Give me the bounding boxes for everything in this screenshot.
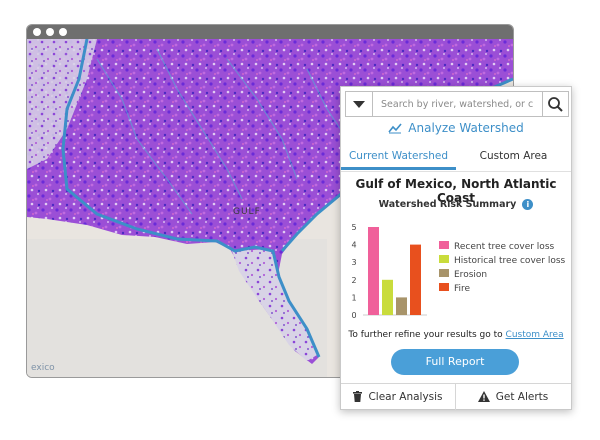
get-alerts-button[interactable]: Get Alerts bbox=[456, 384, 570, 410]
window-dot bbox=[46, 28, 54, 36]
bar-erosion[interactable] bbox=[396, 297, 407, 315]
tab-current-watershed[interactable]: Current Watershed bbox=[341, 145, 456, 170]
warning-icon bbox=[477, 391, 490, 402]
line-chart-icon bbox=[388, 123, 402, 134]
y-tick-label: 4 bbox=[351, 241, 356, 250]
window-dot bbox=[33, 28, 41, 36]
analyze-watershed-button[interactable]: Analyze Watershed bbox=[341, 121, 571, 135]
bar-fire[interactable] bbox=[410, 244, 421, 315]
search-input[interactable] bbox=[373, 92, 541, 116]
analysis-panel: Analyze Watershed Current Watershed Cust… bbox=[340, 86, 572, 410]
panel-footer: Clear Analysis Get Alerts bbox=[341, 383, 571, 410]
legend-label: Historical tree cover loss bbox=[454, 256, 566, 266]
chart-legend: Recent tree cover loss Historical tree co… bbox=[439, 241, 565, 297]
legend-item: Erosion bbox=[439, 269, 565, 283]
tab-bar: Current Watershed Custom Area bbox=[341, 145, 571, 172]
map-credit: exico bbox=[31, 363, 55, 373]
full-report-button[interactable]: Full Report bbox=[391, 349, 519, 375]
custom-area-link[interactable]: Custom Area bbox=[506, 330, 564, 340]
trash-icon bbox=[353, 391, 363, 402]
get-alerts-label: Get Alerts bbox=[495, 391, 549, 403]
bar-historical-tree-cover-loss[interactable] bbox=[382, 279, 393, 315]
gulf-label: GULF bbox=[233, 207, 261, 217]
legend-label: Erosion bbox=[454, 270, 488, 280]
y-tick-label: 3 bbox=[351, 258, 356, 267]
search-type-dropdown[interactable] bbox=[346, 92, 373, 116]
legend-swatch bbox=[439, 283, 449, 291]
legend-item: Fire bbox=[439, 283, 565, 297]
legend-swatch bbox=[439, 255, 449, 263]
info-icon[interactable]: i bbox=[522, 199, 534, 210]
legend-label: Recent tree cover loss bbox=[454, 242, 555, 252]
legend-item: Historical tree cover loss bbox=[439, 255, 565, 269]
chart-title-row: Watershed Risk Summary i bbox=[341, 199, 571, 210]
refine-text: To further refine your results go to Cus… bbox=[341, 330, 571, 340]
bar-recent-tree-cover-loss[interactable] bbox=[368, 227, 379, 315]
window-titlebar bbox=[27, 25, 513, 39]
y-tick-label: 5 bbox=[351, 223, 356, 232]
y-tick-label: 2 bbox=[351, 276, 356, 285]
search-button[interactable] bbox=[542, 92, 568, 116]
window-dot bbox=[59, 28, 67, 36]
legend-swatch bbox=[439, 269, 449, 277]
chart-title: Watershed Risk Summary bbox=[378, 199, 517, 210]
caret-down-icon bbox=[353, 101, 365, 108]
tab-custom-area[interactable]: Custom Area bbox=[456, 145, 571, 170]
clear-analysis-label: Clear Analysis bbox=[368, 391, 443, 403]
risk-bar-chart: 0 1 2 3 4 5 bbox=[351, 223, 427, 320]
refine-label: To further refine your results go to bbox=[348, 330, 506, 340]
legend-label: Fire bbox=[454, 284, 471, 294]
legend-item: Recent tree cover loss bbox=[439, 241, 565, 255]
search-icon bbox=[548, 97, 563, 112]
search-bar bbox=[345, 91, 569, 117]
y-tick-label: 0 bbox=[351, 311, 356, 320]
analyze-label: Analyze Watershed bbox=[408, 121, 524, 135]
y-tick-label: 1 bbox=[351, 293, 356, 302]
legend-swatch bbox=[439, 241, 449, 249]
clear-analysis-button[interactable]: Clear Analysis bbox=[341, 384, 456, 410]
